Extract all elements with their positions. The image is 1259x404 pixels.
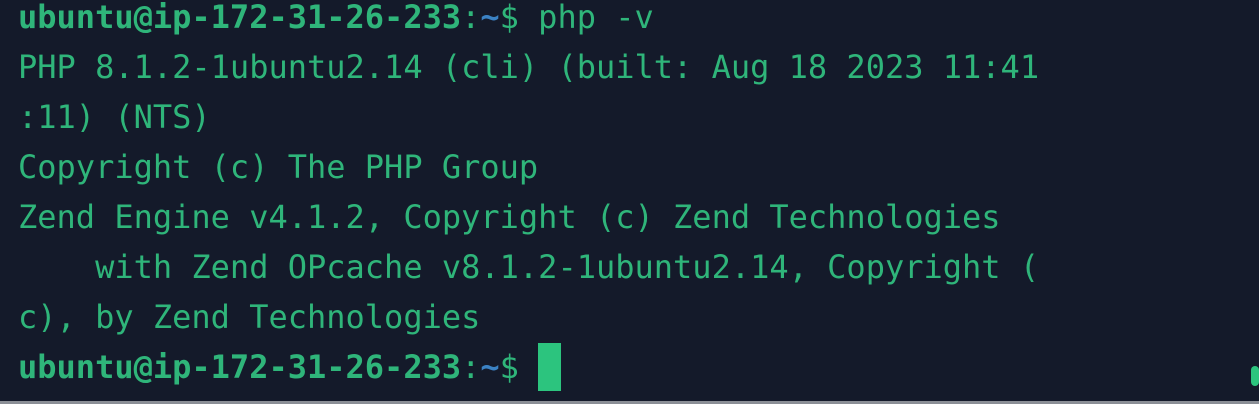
scrollbar-thumb[interactable] [1251,366,1259,386]
terminal-window[interactable]: ubuntu@ip-172-31-26-233:~$ php -v PHP 8.… [0,0,1259,404]
active-prompt-line[interactable]: ubuntu@ip-172-31-26-233:~$ [18,342,562,392]
output-line: c), by Zend Technologies [18,298,481,336]
text-cursor [538,343,562,391]
prompt-symbol: $ [499,348,519,386]
prompt-colon: : [461,0,481,36]
output-line: :11) (NTS) [18,98,211,136]
prompt-path: ~ [480,348,500,386]
prompt-colon: : [461,348,481,386]
prompt-symbol: $ [499,0,519,36]
command-text: php -v [518,0,654,36]
output-line: Copyright (c) The PHP Group [18,148,539,186]
prompt-user-host: ubuntu@ip-172-31-26-233 [18,0,462,36]
prompt-user-host: ubuntu@ip-172-31-26-233 [18,348,462,386]
output-line: with Zend OPcache v8.1.2-1ubuntu2.14, Co… [18,248,1040,286]
output-line: Zend Engine v4.1.2, Copyright (c) Zend T… [18,198,1001,236]
command-line: ubuntu@ip-172-31-26-233:~$ php -v [18,0,654,42]
output-line: PHP 8.1.2-1ubuntu2.14 (cli) (built: Aug … [18,48,1040,86]
prompt-path: ~ [480,0,500,36]
